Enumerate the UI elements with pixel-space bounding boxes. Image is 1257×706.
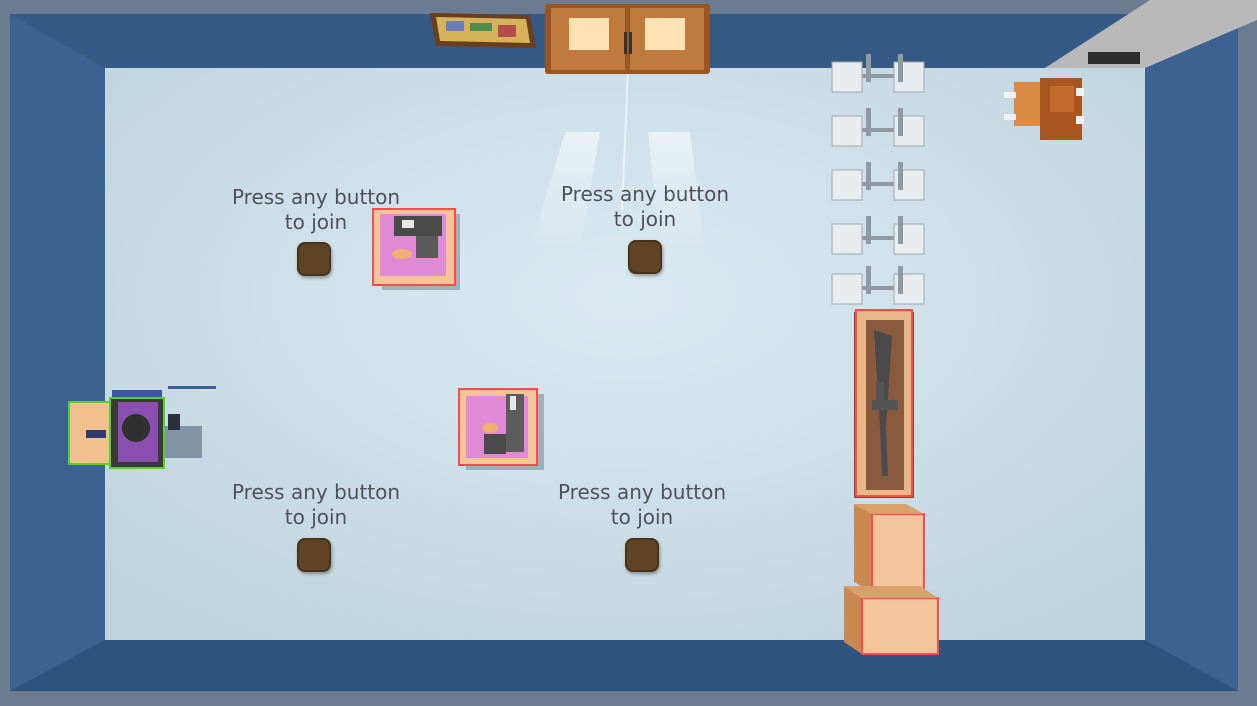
notice-board-icon xyxy=(430,13,536,48)
chair-icon xyxy=(831,216,925,255)
join-pad[interactable] xyxy=(625,538,659,572)
join-prompt-label: Press any button to join xyxy=(231,480,401,529)
chair-icon xyxy=(831,54,925,93)
join-pad[interactable] xyxy=(297,242,331,276)
wall-left xyxy=(10,14,105,691)
join-pad[interactable] xyxy=(628,240,662,274)
floor-mat xyxy=(1088,52,1140,64)
weapon-crate-icon[interactable] xyxy=(372,208,462,290)
crate-icon[interactable] xyxy=(850,500,926,594)
assault-rifle-display-icon[interactable] xyxy=(852,308,916,500)
weapon-crate-icon[interactable] xyxy=(458,388,544,470)
chair-icon xyxy=(831,266,925,305)
chairs-group xyxy=(831,54,925,305)
join-prompt-label: Press any button to join xyxy=(560,182,730,231)
door-icon[interactable] xyxy=(545,4,710,74)
join-prompt-label: Press any button to join xyxy=(557,480,727,529)
desk-chair-icon xyxy=(1004,78,1084,140)
crate-icon[interactable] xyxy=(842,582,940,656)
chair-icon xyxy=(831,108,925,147)
chair-icon xyxy=(831,162,925,201)
game-scene: Press any button to join Press any butto… xyxy=(0,0,1257,706)
join-pad[interactable] xyxy=(297,538,331,572)
wall-bottom xyxy=(10,640,1238,691)
wall-right xyxy=(1145,14,1238,691)
player-character-icon[interactable] xyxy=(68,386,218,472)
